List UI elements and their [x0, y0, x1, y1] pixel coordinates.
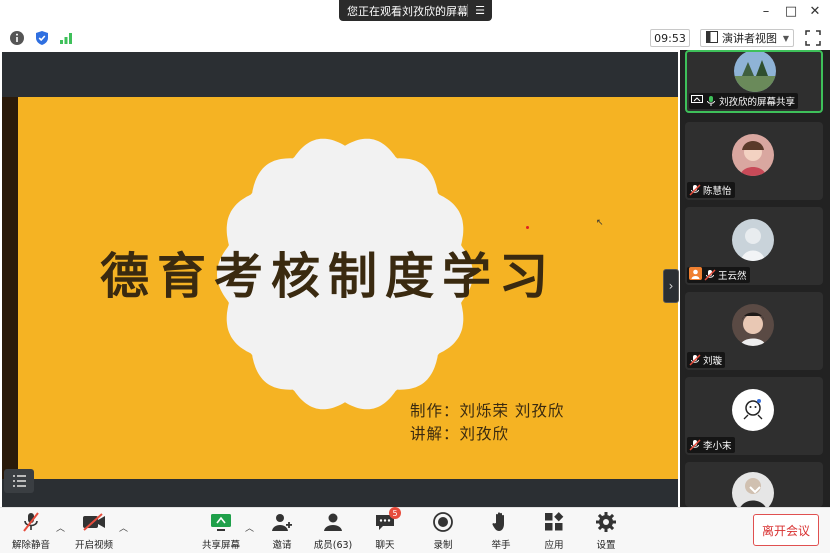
info-icon[interactable] — [9, 30, 25, 46]
meeting-timer: 09:53 — [650, 29, 690, 47]
share-banner[interactable]: 您正在观看刘孜欣的屏幕 ☰ — [339, 0, 492, 21]
participant-nametag: 李小末 — [687, 437, 735, 453]
gear-icon — [594, 511, 618, 533]
chat-button[interactable]: 5 聊天 — [360, 507, 410, 551]
record-button[interactable]: 录制 — [418, 511, 468, 551]
share-options-chevron-icon[interactable]: ︿ — [245, 521, 254, 534]
microphone-muted-icon — [689, 354, 701, 366]
chevron-right-icon: › — [668, 279, 674, 293]
collapse-gallery-button[interactable]: › — [663, 269, 679, 303]
participant-tile[interactable]: 李小末 — [685, 377, 823, 455]
list-icon — [13, 475, 26, 487]
meeting-window: 您正在观看刘孜欣的屏幕 ☰ – □ ✕ 09:53 演讲者视图 ▼ 德育考核制度… — [0, 0, 830, 553]
chat-unread-badge: 5 — [389, 507, 401, 519]
settings-label: 设置 — [596, 540, 616, 551]
chat-icon: 5 — [373, 507, 401, 533]
participant-nametag: 王云然 — [687, 267, 750, 283]
microphone-muted-icon — [689, 184, 701, 196]
participant-name: 陈慧怡 — [703, 186, 732, 197]
video-options-chevron-icon[interactable]: ︿ — [119, 521, 128, 534]
microphone-muted-icon — [689, 439, 701, 451]
participant-name: 刘璇 — [703, 356, 723, 367]
meeting-controls-bar: 解除静音 ︿ 开启视频 ︿ 共享屏幕 ︿ 邀请 成员(63) 5 聊天 录制 举… — [0, 507, 830, 553]
avatar — [732, 389, 774, 431]
user-profile-icon — [689, 267, 702, 283]
share-screen-button[interactable]: 共享屏幕 — [196, 511, 246, 551]
start-video-label: 开启视频 — [74, 540, 113, 551]
participant-tile[interactable]: 刘孜欣的屏幕共享 — [685, 50, 823, 113]
raise-hand-icon — [489, 511, 513, 533]
leave-meeting-button[interactable]: 离开会议 — [753, 514, 819, 546]
video-off-icon — [82, 511, 106, 533]
menu-icon[interactable]: ☰ — [468, 4, 492, 17]
microphone-icon — [705, 95, 717, 107]
avatar — [732, 304, 774, 346]
record-label: 录制 — [433, 540, 453, 551]
apps-label: 应用 — [544, 540, 564, 551]
participant-nametag: 刘璇 — [687, 352, 726, 368]
shared-screen-view: 德育考核制度学习 制作：刘烁荣 刘孜欣 讲解：刘孜欣 ↖ — [2, 52, 678, 507]
microphone-muted-icon — [704, 269, 716, 281]
avatar — [732, 219, 774, 261]
participant-name: 刘孜欣的屏幕共享 — [719, 97, 796, 108]
meeting-toolbar: 09:53 演讲者视图 ▼ — [0, 26, 830, 50]
list-toggle-button[interactable] — [4, 469, 34, 493]
view-mode-dropdown[interactable]: 演讲者视图 ▼ — [700, 29, 794, 47]
invite-button[interactable]: 邀请 — [257, 511, 307, 551]
share-screen-icon — [209, 511, 233, 533]
members-icon — [321, 511, 345, 533]
participant-tile[interactable]: 王云然 — [685, 207, 823, 285]
members-button[interactable]: 成员(63) — [308, 511, 358, 551]
slide-edge — [2, 97, 18, 479]
participant-name: 李小末 — [703, 441, 732, 452]
minimize-button[interactable]: – — [758, 4, 774, 19]
avatar — [734, 52, 776, 92]
members-label: 成员(63) — [313, 540, 353, 551]
chevron-down-icon: ▼ — [782, 33, 789, 43]
settings-button[interactable]: 设置 — [581, 511, 631, 551]
share-screen-label: 共享屏幕 — [201, 540, 240, 551]
view-mode-label: 演讲者视图 — [722, 32, 777, 45]
participant-gallery[interactable]: 刘孜欣的屏幕共享 陈慧怡 王云然 刘璇 李小末 — [680, 50, 830, 507]
shield-icon[interactable] — [34, 30, 50, 46]
participant-tile[interactable]: 陈慧怡 — [685, 122, 823, 200]
signal-icon[interactable] — [58, 30, 74, 46]
slide-title: 德育考核制度学习 — [100, 247, 557, 305]
chat-label: 聊天 — [375, 540, 395, 551]
microphone-muted-icon — [19, 511, 43, 533]
title-bar: 您正在观看刘孜欣的屏幕 ☰ – □ ✕ — [0, 0, 830, 26]
layout-icon — [706, 30, 718, 46]
participant-nametag: 刘孜欣的屏幕共享 — [689, 93, 799, 109]
participant-name: 王云然 — [718, 271, 747, 282]
scroll-down-icon[interactable] — [748, 485, 762, 495]
invite-label: 邀请 — [272, 540, 292, 551]
raise-hand-button[interactable]: 举手 — [476, 511, 526, 551]
maximize-button[interactable]: □ — [783, 4, 799, 19]
start-video-button[interactable]: 开启视频 — [69, 511, 119, 551]
unmute-button[interactable]: 解除静音 — [6, 511, 56, 551]
presentation-slide: 德育考核制度学习 制作：刘烁荣 刘孜欣 讲解：刘孜欣 ↖ — [2, 97, 678, 479]
screen-share-icon — [691, 94, 703, 108]
close-button[interactable]: ✕ — [807, 4, 823, 19]
laser-pointer-dot — [526, 226, 529, 229]
fullscreen-icon[interactable] — [805, 30, 821, 46]
unmute-label: 解除静音 — [11, 540, 50, 551]
slide-credit-producers: 制作：刘烁荣 刘孜欣 — [410, 402, 565, 420]
participant-tile[interactable]: 刘璇 — [685, 292, 823, 370]
slide-credit-speaker: 讲解：刘孜欣 — [410, 425, 510, 443]
audio-options-chevron-icon[interactable]: ︿ — [56, 521, 65, 534]
share-banner-text: 您正在观看刘孜欣的屏幕 — [347, 4, 468, 18]
apps-button[interactable]: 应用 — [529, 511, 579, 551]
apps-icon — [542, 511, 566, 533]
record-icon — [431, 511, 455, 533]
raise-hand-label: 举手 — [491, 540, 511, 551]
mouse-cursor-icon: ↖ — [596, 218, 604, 228]
add-user-icon — [270, 511, 294, 533]
avatar — [732, 134, 774, 176]
participant-nametag: 陈慧怡 — [687, 182, 735, 198]
